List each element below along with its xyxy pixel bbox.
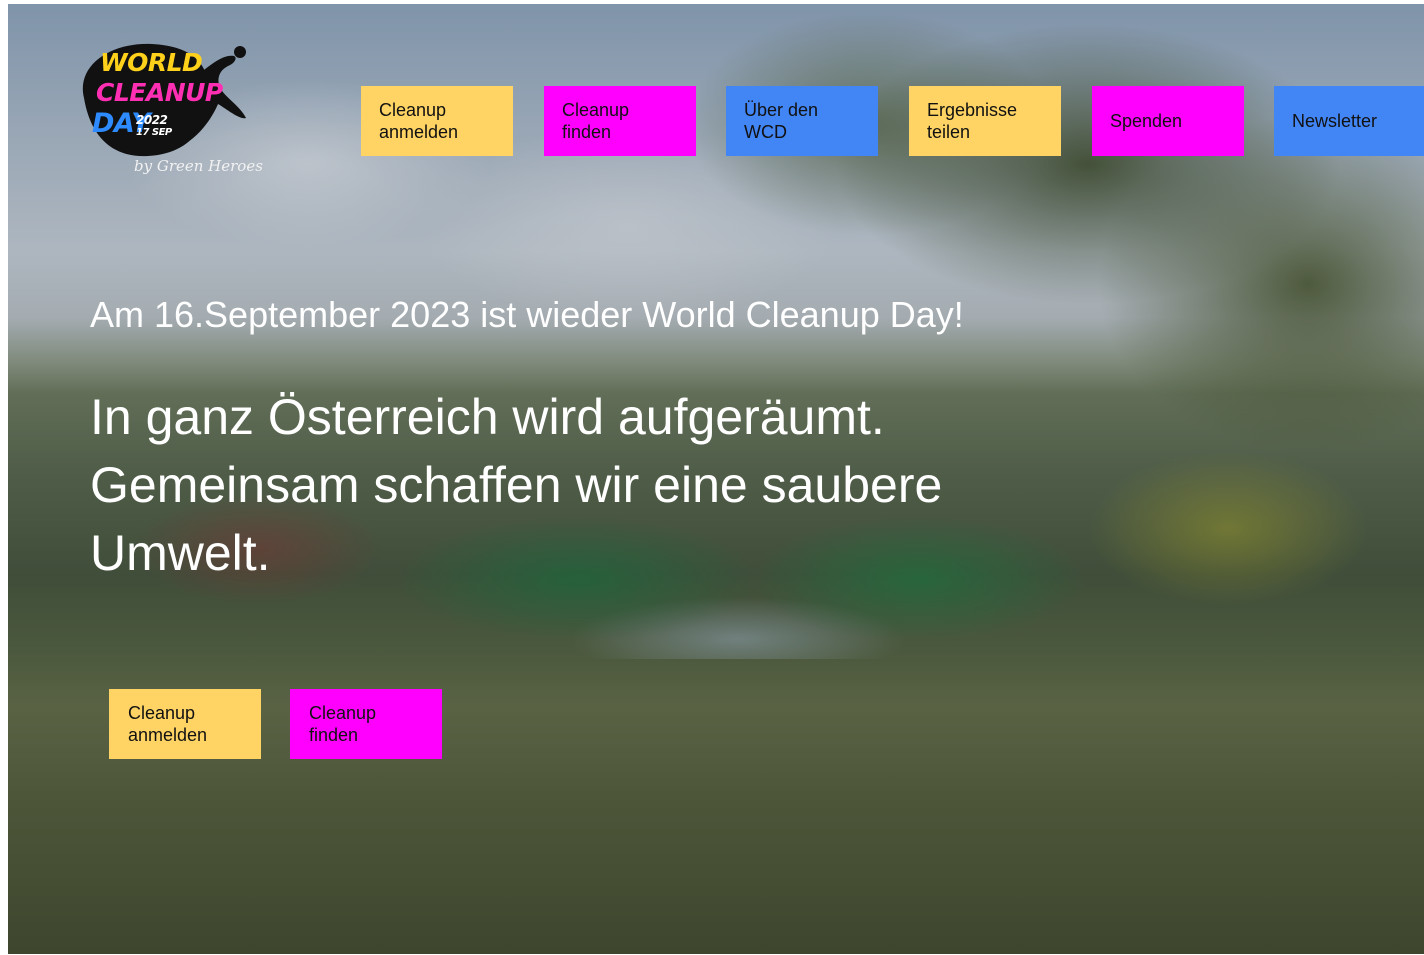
nav-label: Spenden [1110, 111, 1183, 131]
nav-label: Über den WCD [744, 100, 819, 142]
nav-ergebnisse-teilen-button[interactable]: Ergebnisse teilen [909, 86, 1061, 156]
hero-headline: In ganz Österreich wird aufgeräumt. Geme… [90, 389, 943, 581]
cta-cleanup-anmelden-button[interactable]: Cleanup anmelden [109, 689, 261, 759]
nav-label: Newsletter [1292, 111, 1378, 131]
cta-cleanup-finden-button[interactable]: Cleanup finden [290, 689, 442, 759]
cta-label: Cleanup anmelden [128, 703, 208, 745]
nav-ueber-den-wcd-button[interactable]: Über den WCD [726, 86, 878, 156]
nav-label: Cleanup finden [562, 100, 630, 142]
logo-text-year: 2022 [136, 113, 168, 127]
logo-text-date: 17 SEP [136, 127, 172, 138]
hero-subtitle: Am 16.September 2023 ist wieder World Cl… [90, 294, 964, 335]
nav-cleanup-finden-button[interactable]: Cleanup finden [544, 86, 696, 156]
nav-spenden-button[interactable]: Spenden [1092, 86, 1244, 156]
cta-label: Cleanup finden [309, 703, 377, 745]
nav-cleanup-anmelden-button[interactable]: Cleanup anmelden [361, 86, 513, 156]
world-cleanup-day-logo[interactable]: WORLD CLEANUP DAY 2022 17 SEP by Green H… [70, 36, 263, 178]
nav-label: Cleanup anmelden [379, 100, 459, 142]
nav-newsletter-button[interactable]: Newsletter [1274, 86, 1424, 156]
logo-byline: by Green Heroes [134, 157, 263, 175]
logo-text-cleanup: CLEANUP [96, 78, 223, 107]
nav-label: Ergebnisse teilen [927, 100, 1018, 142]
logo-text-world: WORLD [100, 48, 203, 77]
